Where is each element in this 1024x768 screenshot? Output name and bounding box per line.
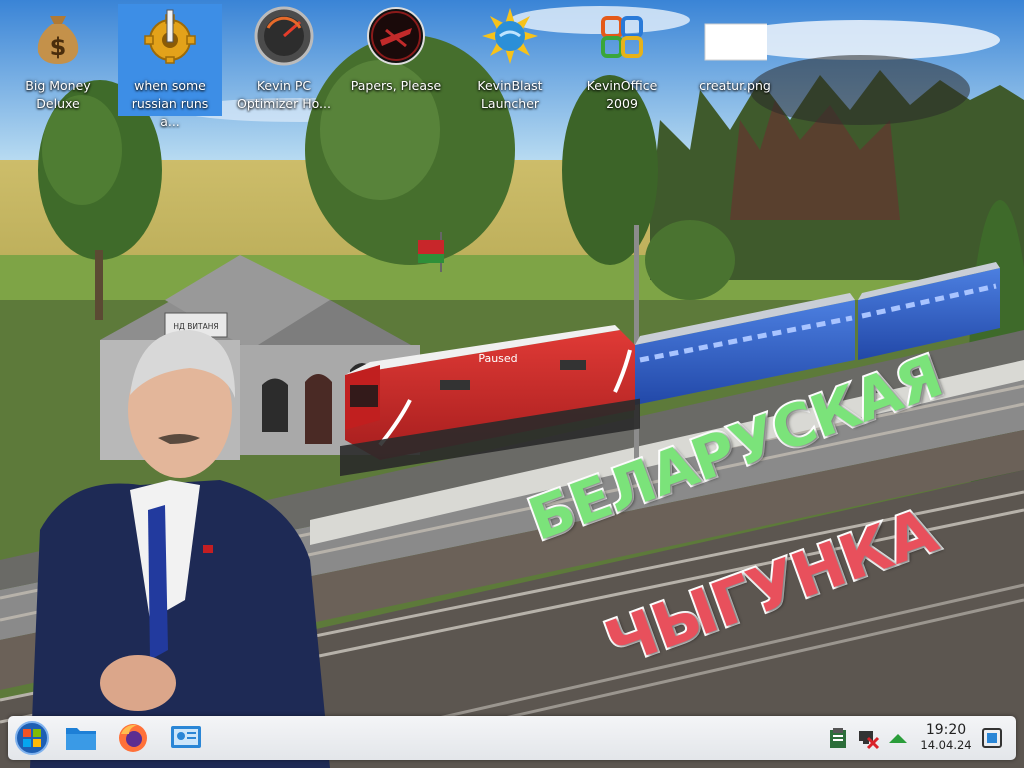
desktop[interactable]: НД ВИТАНЯ Paused БЕЛАРУСКАЯ ЧЫГУНКА $ Bi… (0, 0, 1024, 768)
desktop-icon-kevin-pc-optimizer[interactable]: Kevin PC Optimizer Ho... (232, 4, 336, 116)
money-bag-icon: $ (37, 16, 79, 64)
clock-time: 19:20 (925, 722, 967, 738)
desktop-icon-kevinblast-launcher[interactable]: KevinBlast Launcher (458, 4, 562, 116)
taskbar: 19:20 14.04.24 (8, 716, 1016, 760)
sun-globe-icon (482, 8, 538, 64)
show-desktop-icon (982, 728, 1002, 748)
show-hidden-tray-button[interactable] (886, 726, 910, 750)
firefox-icon (119, 724, 147, 752)
system-settings-button[interactable] (168, 720, 204, 756)
up-arrow-icon (889, 734, 907, 743)
start-button[interactable] (14, 720, 50, 756)
desktop-icon-label: KevinBlast Launcher (477, 78, 543, 111)
show-desktop-button[interactable] (980, 726, 1004, 750)
desktop-icon-label: creatur.png (699, 78, 771, 93)
clock[interactable]: 19:20 14.04.24 (912, 722, 980, 752)
station-sign: НД ВИТАНЯ (173, 322, 218, 331)
desktop-icon-big-money-deluxe[interactable]: $ Big Money Deluxe (6, 4, 110, 116)
desktop-icon-label: KevinOffice 2009 (586, 78, 658, 111)
network-disconnected-icon (859, 731, 880, 750)
svg-text:$: $ (50, 33, 67, 61)
desktop-icon-russian-runs[interactable]: when some russian runs a... (118, 4, 222, 129)
desktop-icon-label: Big Money Deluxe (25, 78, 91, 111)
desktop-icon-kevinoffice-2009[interactable]: KevinOffice 2009 (570, 4, 674, 116)
windows-start-icon (15, 721, 49, 755)
desktop-icon-label: when some russian runs a... (131, 78, 209, 129)
desktop-icon-creatur-png[interactable]: creatur.png (683, 4, 787, 116)
clipboard-icon (830, 728, 846, 748)
clipboard-tray-button[interactable] (826, 726, 850, 750)
office-icon (601, 16, 643, 58)
gear-icon (144, 9, 196, 64)
desktop-icon-papers-please[interactable]: Papers, Please (344, 4, 448, 116)
file-manager-button[interactable] (63, 720, 99, 756)
desktop-icon-label: Kevin PC Optimizer Ho... (237, 78, 331, 111)
firefox-button[interactable] (115, 720, 151, 756)
speedometer-icon (254, 6, 314, 66)
file-manager-icon (66, 728, 96, 750)
network-tray-button[interactable] (856, 726, 880, 750)
clock-date: 14.04.24 (920, 738, 972, 752)
image-file-icon (704, 23, 767, 61)
desktop-icon-label: Papers, Please (350, 78, 442, 93)
system-settings-icon (171, 726, 201, 748)
paused-label: Paused (478, 352, 517, 365)
papers-please-icon (367, 7, 425, 65)
